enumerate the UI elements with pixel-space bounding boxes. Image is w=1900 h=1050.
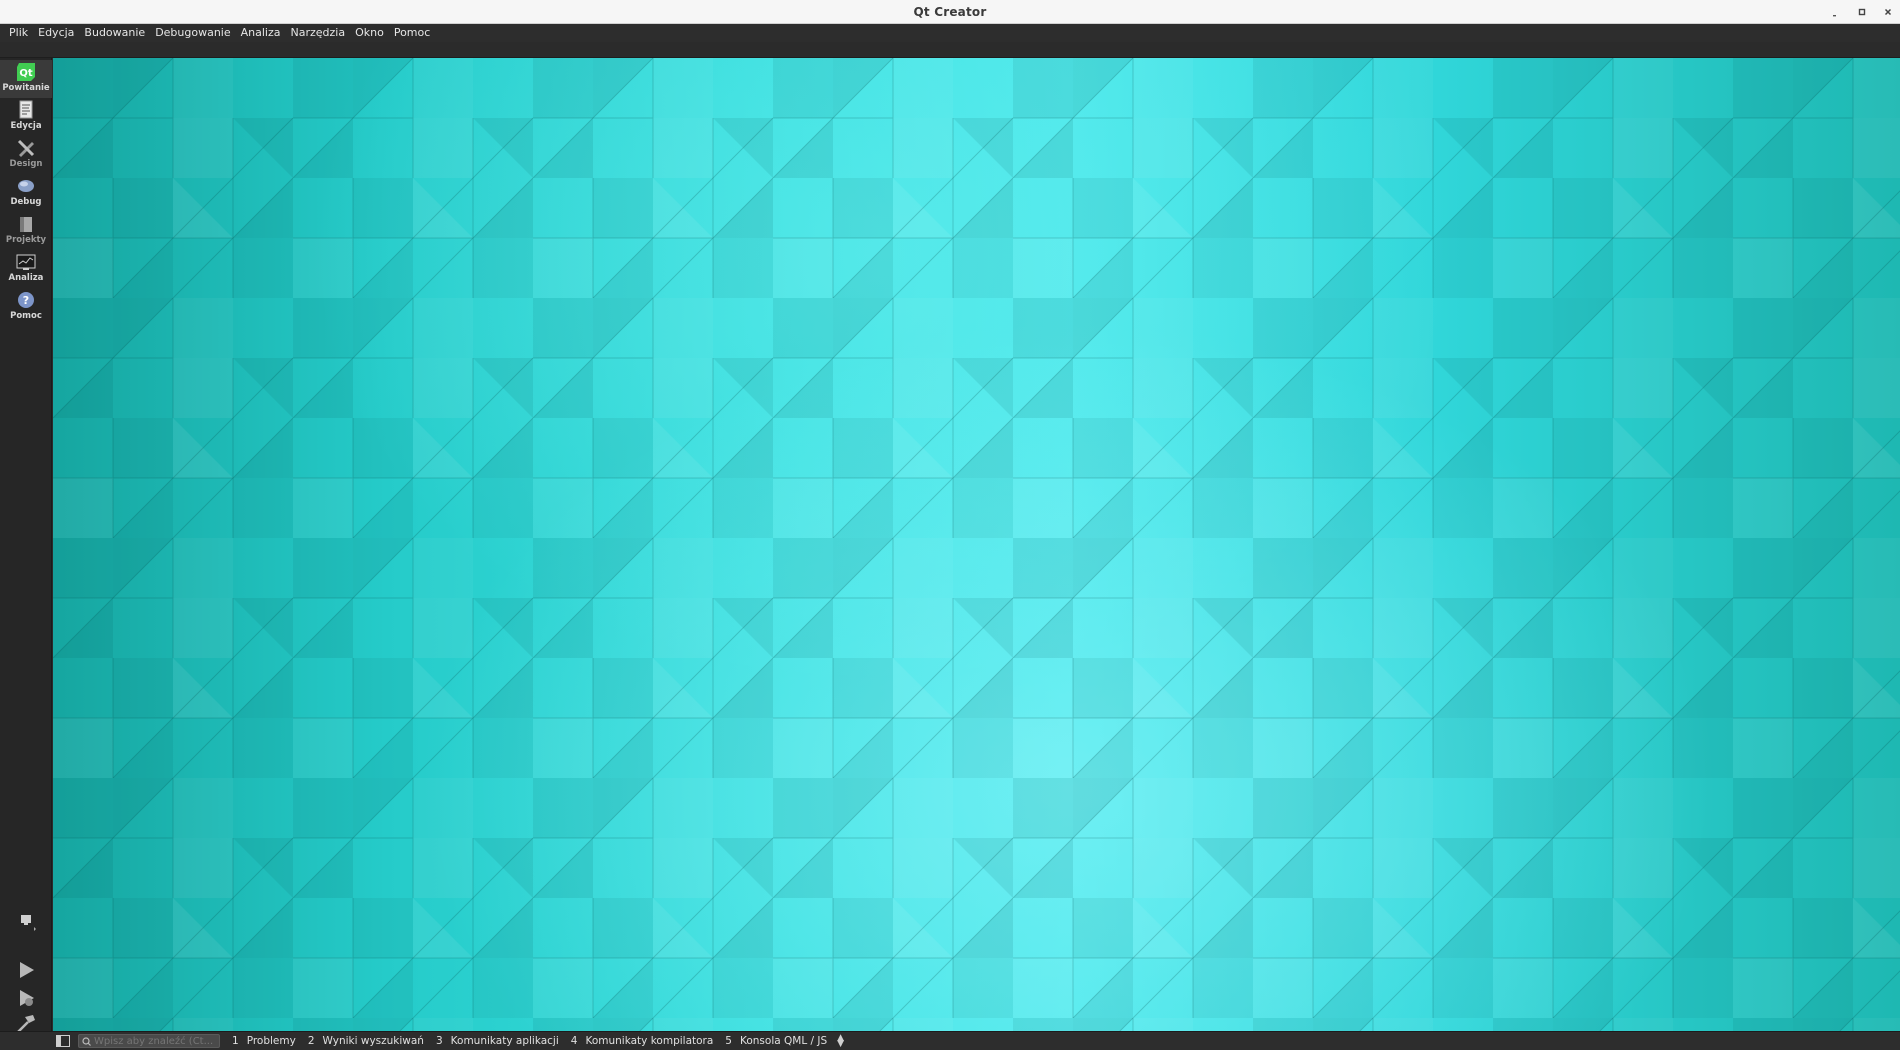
mode-analiza[interactable]: Analiza bbox=[0, 250, 52, 288]
mode-label: Design bbox=[9, 159, 43, 169]
target-selector-button[interactable] bbox=[14, 910, 38, 934]
bug-icon bbox=[16, 176, 36, 196]
search-icon bbox=[82, 1036, 91, 1046]
maximize-button[interactable] bbox=[1856, 6, 1868, 18]
pane-komunikaty-aplikacji[interactable]: 3 Komunikaty aplikacji bbox=[436, 1035, 559, 1047]
window-controls bbox=[1830, 0, 1894, 24]
status-bar: 1 Problemy 2 Wyniki wyszukiwań 3 Komunik… bbox=[0, 1031, 1900, 1050]
menu-pomoc[interactable]: Pomoc bbox=[389, 24, 435, 42]
menu-budowanie[interactable]: Budowanie bbox=[79, 24, 150, 42]
toggle-sidebar-icon[interactable] bbox=[56, 1035, 70, 1047]
wallpaper-background bbox=[53, 58, 1900, 1031]
menu-bar: Plik Edycja Budowanie Debugowanie Analiz… bbox=[0, 24, 1900, 42]
pane-number: 1 bbox=[232, 1035, 239, 1047]
pencil-ruler-icon bbox=[16, 138, 36, 158]
pane-komunikaty-kompilatora[interactable]: 4 Komunikaty kompilatora bbox=[571, 1035, 714, 1047]
mode-design[interactable]: Design bbox=[0, 136, 52, 174]
pane-label: Wyniki wyszukiwań bbox=[322, 1035, 424, 1047]
mode-label: Analiza bbox=[8, 273, 44, 283]
close-icon bbox=[1884, 8, 1892, 16]
menu-debugowanie[interactable]: Debugowanie bbox=[150, 24, 235, 42]
mode-debug[interactable]: Debug bbox=[0, 174, 52, 212]
locator-field[interactable] bbox=[78, 1034, 220, 1048]
question-icon: ? bbox=[16, 290, 36, 310]
mode-label: Powitanie bbox=[2, 83, 50, 93]
menu-analiza[interactable]: Analiza bbox=[236, 24, 286, 42]
pane-label: Problemy bbox=[246, 1035, 296, 1047]
pane-number: 4 bbox=[570, 1035, 578, 1047]
menu-narzedzia[interactable]: Narzędzia bbox=[286, 24, 351, 42]
mode-projekty[interactable]: Projekty bbox=[0, 212, 52, 250]
svg-text:Qt: Qt bbox=[19, 68, 33, 79]
mode-edycja[interactable]: Edycja bbox=[0, 98, 52, 136]
mode-pomoc[interactable]: ? Pomoc bbox=[0, 288, 52, 326]
qt-logo-icon: Qt bbox=[16, 62, 36, 82]
mode-label: Edycja bbox=[10, 121, 42, 131]
pane-label: Komunikaty aplikacji bbox=[450, 1035, 559, 1047]
pane-number: 2 bbox=[307, 1035, 315, 1047]
minimize-icon bbox=[1833, 15, 1836, 17]
wallpaper-pattern bbox=[53, 58, 1900, 1031]
toolbar-strip bbox=[0, 42, 1900, 58]
pane-number: 5 bbox=[725, 1035, 732, 1047]
close-button[interactable] bbox=[1882, 6, 1894, 18]
mode-label: Debug bbox=[10, 197, 42, 207]
mode-label: Projekty bbox=[5, 235, 47, 245]
monitor-chart-icon bbox=[16, 252, 36, 272]
debug-run-button[interactable] bbox=[14, 986, 38, 1010]
pane-konsola-qml[interactable]: 5 Konsola QML / JS bbox=[725, 1035, 827, 1047]
locator-input[interactable] bbox=[94, 1035, 216, 1047]
pane-label: Konsola QML / JS bbox=[739, 1035, 828, 1047]
menu-plik[interactable]: Plik bbox=[4, 24, 33, 42]
window-title: Qt Creator bbox=[913, 4, 987, 19]
pane-problemy[interactable]: 1 Problemy bbox=[232, 1035, 296, 1047]
pane-label: Komunikaty kompilatora bbox=[585, 1035, 714, 1047]
play-icon bbox=[20, 962, 34, 978]
document-edit-icon bbox=[16, 100, 36, 120]
window-titlebar: Qt Creator bbox=[0, 0, 1900, 24]
play-bug-icon bbox=[20, 990, 34, 1006]
run-button[interactable] bbox=[14, 958, 38, 982]
menu-okno[interactable]: Okno bbox=[350, 24, 389, 42]
menu-edycja[interactable]: Edycja bbox=[33, 24, 79, 42]
pane-wyniki-wyszukiwan[interactable]: 2 Wyniki wyszukiwań bbox=[308, 1035, 424, 1047]
monitor-target-icon bbox=[21, 915, 36, 931]
pane-scroll-arrows-icon[interactable]: ▲ ▼ bbox=[837, 1034, 844, 1049]
folder-wrench-icon bbox=[16, 214, 36, 234]
maximize-icon bbox=[1858, 8, 1866, 16]
pane-number: 3 bbox=[435, 1035, 443, 1047]
minimize-button[interactable] bbox=[1830, 6, 1842, 18]
mode-label: Pomoc bbox=[10, 311, 42, 321]
mode-sidebar: Qt Powitanie Edycja Design Debug Projekt… bbox=[0, 58, 52, 1033]
mode-powitanie[interactable]: Qt Powitanie bbox=[0, 60, 52, 98]
svg-text:?: ? bbox=[23, 294, 29, 307]
